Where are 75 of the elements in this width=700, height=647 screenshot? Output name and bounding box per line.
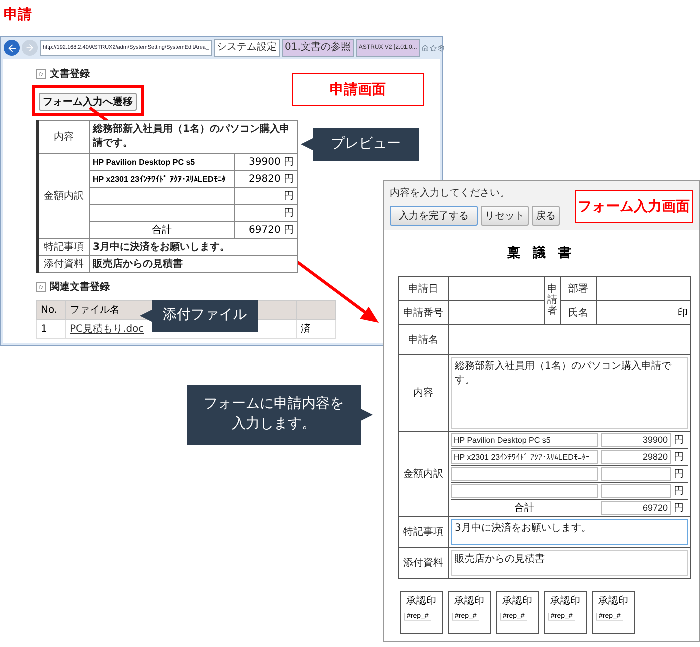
file-link[interactable]: PC見積もり.doc: [70, 324, 144, 335]
stamp-label: 承認印: [454, 594, 484, 608]
table-cell: 69720 円: [234, 222, 298, 238]
stamp-label: 承認印: [550, 594, 580, 608]
item-input[interactable]: HP Pavilion Desktop PC s5: [451, 433, 598, 447]
stamp-label: 承認印: [502, 594, 532, 608]
table-cell: HP x2301 23ｲﾝﾁﾜｲﾄﾞ ｱｸｱ･ｽﾘﾑLEDﾓﾆﾀ: [90, 170, 234, 188]
seal-mark: 印: [678, 308, 688, 318]
yen-unit: 円: [674, 502, 685, 515]
screen-label: フォーム入力画面: [575, 190, 693, 223]
field-label: 申請番号: [398, 300, 448, 324]
expand-icon[interactable]: [36, 69, 46, 79]
forward-arrow-icon[interactable]: [25, 43, 35, 53]
yen-unit: 円: [674, 434, 685, 447]
amount-input[interactable]: 29820: [601, 450, 671, 464]
hint-text: 内容を入力してください。: [390, 186, 511, 200]
document-title: 稟 議 書: [507, 244, 576, 262]
star-icon[interactable]: [430, 44, 438, 52]
row-label: 特記事項: [38, 238, 90, 256]
yen-unit: 円: [674, 485, 685, 498]
callout-text: フォームに申請内容を: [204, 395, 344, 414]
field-label: 申請名: [398, 324, 448, 354]
browser-tab[interactable]: 01.文書の参照: [282, 39, 354, 57]
content-textarea[interactable]: 総務部新入社員用（1名）のパソコン購入申請です。: [451, 357, 688, 429]
stamp-label: 承認印: [598, 594, 628, 608]
total-label: 合計: [514, 502, 536, 515]
form-button[interactable]: 戻る: [532, 206, 560, 226]
item-input[interactable]: HP x2301 23ｲﾝﾁﾜｲﾄﾞ ｱｸｱ･ｽﾘﾑLEDﾓﾆﾀｰ: [451, 450, 598, 464]
table-cell: 円: [234, 204, 298, 222]
expand-icon[interactable]: [36, 282, 46, 292]
table-cell: 販売店からの見積書: [90, 256, 298, 272]
section-title: 文書登録: [50, 68, 90, 81]
field-label: 氏名: [560, 300, 596, 324]
amount-input[interactable]: 39900: [601, 433, 671, 447]
total-input[interactable]: 69720: [601, 501, 671, 515]
table-cell: 円: [234, 188, 298, 204]
table-cell: HP Pavilion Desktop PC s5: [90, 154, 234, 170]
table-cell: 39900 円: [234, 154, 298, 170]
field-label: 金額内訳: [398, 432, 448, 516]
table-cell: 総務部新入社員用（1名）のパソコン購入申請です。: [90, 120, 298, 154]
screen-label: 申請画面: [292, 73, 424, 106]
preview-callout: プレビュー: [301, 128, 419, 161]
form-button[interactable]: 入力を完了する: [390, 206, 478, 226]
table-cell: 29820 円: [234, 170, 298, 188]
field-label: 部署: [560, 276, 596, 300]
row-label: 添付資料: [38, 256, 90, 272]
callout-text: 入力します。: [232, 415, 316, 434]
form-button[interactable]: リセット: [481, 206, 529, 226]
field-label: 内容: [398, 354, 448, 432]
table-cell: 3月中に決済をお願いします。: [90, 238, 298, 256]
table-cell: 1: [36, 320, 66, 338]
table-cell: 合計: [90, 222, 234, 238]
yen-unit: 円: [674, 451, 685, 464]
field-label: 申請者: [548, 284, 558, 317]
row-label: 金額内訳: [38, 154, 90, 238]
row-label: 内容: [38, 120, 90, 154]
item-input[interactable]: [451, 484, 598, 498]
section-title: 関連文書登録: [50, 280, 110, 294]
page-heading: 申請: [4, 6, 32, 24]
amount-input[interactable]: [601, 484, 671, 498]
yen-unit: 円: [674, 468, 685, 481]
amount-input[interactable]: [601, 467, 671, 481]
home-icon[interactable]: [422, 44, 430, 52]
form-input-button[interactable]: フォーム入力へ遷移: [39, 93, 137, 111]
stamp-label: 承認印: [406, 594, 436, 608]
notes-textarea[interactable]: 3月中に決済をお願いします。: [451, 519, 688, 545]
attachments-textarea[interactable]: 販売店からの見積書: [451, 550, 688, 576]
browser-tab[interactable]: システム設定: [214, 39, 280, 57]
table-cell: 済: [296, 320, 336, 338]
settings-icon[interactable]: [438, 44, 446, 52]
item-input[interactable]: [451, 467, 598, 481]
field-label: 添付資料: [398, 548, 448, 578]
column-header: No.: [36, 300, 66, 320]
field-label: 特記事項: [398, 516, 448, 548]
field-label: 申請日: [398, 276, 448, 300]
